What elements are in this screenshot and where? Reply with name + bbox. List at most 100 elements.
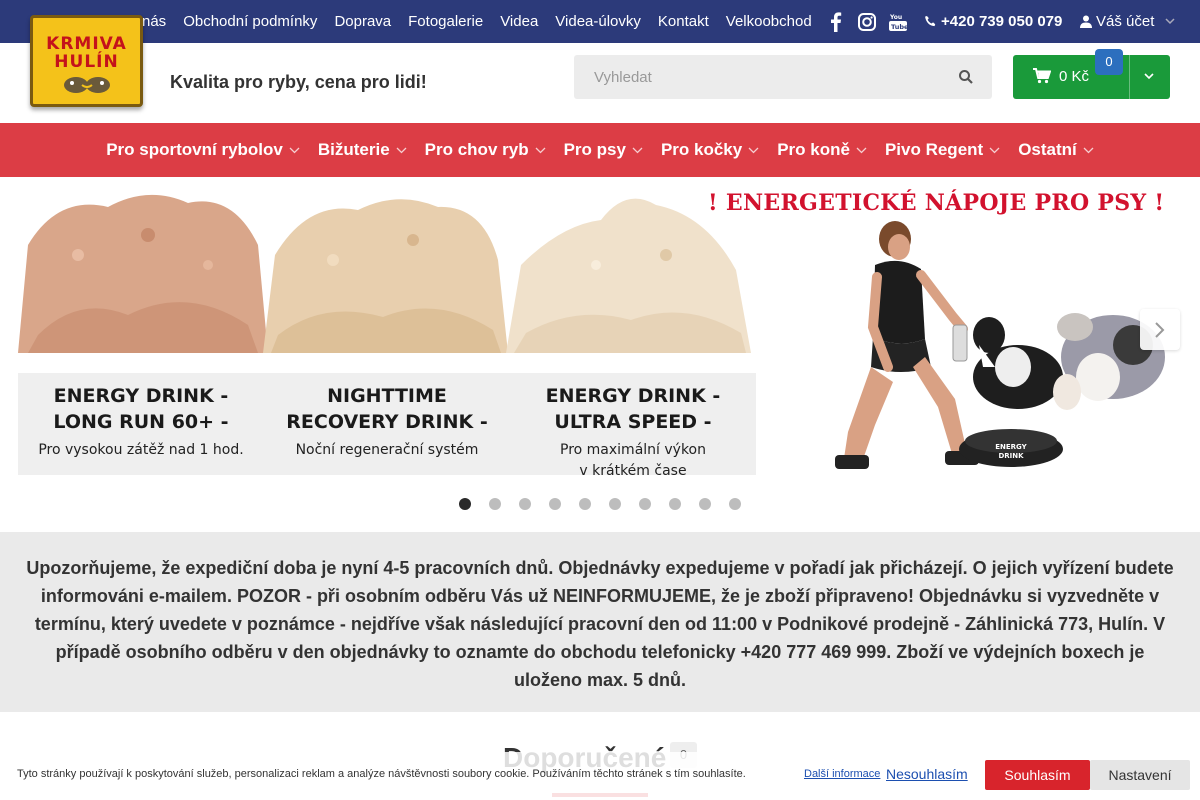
topnav-gallery[interactable]: Fotogalerie: [408, 13, 483, 30]
bowl-label: DRINK: [998, 452, 1024, 460]
powder-pile-image: [263, 199, 508, 353]
topnav-terms[interactable]: Obchodní podmínky: [183, 13, 317, 30]
slider-dot[interactable]: [609, 498, 621, 510]
topnav-catch-videos[interactable]: Videa-úlovky: [555, 13, 641, 30]
chevron-right-icon: [1155, 322, 1165, 338]
facebook-icon[interactable]: [826, 11, 846, 33]
svg-text:Tube: Tube: [891, 23, 908, 31]
category-horses[interactable]: Pro koně: [777, 140, 867, 160]
slider-dot[interactable]: [489, 498, 501, 510]
topnav-shipping[interactable]: Doprava: [334, 13, 391, 30]
youtube-icon[interactable]: You Tube: [888, 11, 909, 33]
product-panel[interactable]: ENERGY DRINK - ULTRA SPEED - Pro maximáln…: [510, 373, 756, 477]
bowl-label: ENERGY: [995, 443, 1027, 451]
instagram-icon[interactable]: [857, 11, 877, 33]
product-panel[interactable]: ENERGY DRINK - LONG RUN 60+ - Pro vysokou…: [18, 373, 264, 475]
category-beer-regent[interactable]: Pivo Regent: [885, 140, 1000, 160]
woman-with-dogs-image: ENERGY DRINK: [835, 221, 1165, 469]
logo-text-top: KRMIVA: [46, 34, 127, 54]
cart-divider: [1129, 55, 1130, 99]
cart-amount: 0 Kč: [1059, 68, 1090, 85]
search-input[interactable]: [574, 55, 944, 99]
svg-text:You: You: [889, 14, 902, 21]
category-label: Pro kočky: [660, 140, 743, 159]
chevron-down-icon: [1144, 73, 1154, 80]
notice-text: Upozorňujeme, že expediční doba je nyní …: [26, 558, 1174, 690]
cookie-settings-button[interactable]: Nastavení: [1090, 760, 1190, 790]
slider-dots: [459, 498, 741, 510]
slider-dot[interactable]: [459, 498, 471, 510]
search-box: [574, 55, 992, 99]
product-title: NIGHTTIME RECOVERY DRINK -: [286, 385, 488, 433]
shipping-notice: Upozorňujeme, že expediční doba je nyní …: [0, 532, 1200, 712]
slider-dot[interactable]: [579, 498, 591, 510]
logo-text-bottom: HULÍN: [54, 52, 119, 72]
chevron-down-icon: [1083, 147, 1094, 154]
search-icon[interactable]: [958, 69, 974, 85]
product-subtitle: Pro maximální výkon v krátkém čase: [560, 442, 706, 477]
site-tagline: Kvalita pro ryby, cena pro lidi!: [170, 72, 427, 92]
cookie-accept-button[interactable]: Souhlasím: [985, 760, 1090, 790]
phone-link[interactable]: +420 739 050 079: [924, 13, 1062, 30]
cookie-more-info-link[interactable]: Další informace: [804, 768, 880, 780]
slider-dot[interactable]: [669, 498, 681, 510]
phone-number: +420 739 050 079: [941, 13, 1063, 30]
cart-dropdown-toggle[interactable]: [1143, 69, 1155, 88]
slider-next-button[interactable]: [1140, 309, 1180, 350]
slider-dot[interactable]: [699, 498, 711, 510]
chevron-down-icon: [748, 147, 759, 154]
product-panel[interactable]: NIGHTTIME RECOVERY DRINK - Noční regenera…: [264, 373, 510, 475]
cart-count-badge: 0: [1095, 49, 1123, 75]
chevron-down-icon: [289, 147, 300, 154]
cart-icon: [1033, 68, 1052, 84]
category-nav: Pro sportovní rybolov Bižuterie Pro chov…: [0, 123, 1200, 177]
phone-icon: [925, 15, 936, 27]
category-label: Pro sportovní rybolov: [106, 140, 283, 159]
category-sport-fishing[interactable]: Pro sportovní rybolov: [106, 140, 300, 160]
category-label: Pro koně: [777, 140, 850, 159]
topnav-contact[interactable]: Kontakt: [658, 13, 709, 30]
chevron-down-icon: [396, 147, 407, 154]
category-dogs[interactable]: Pro psy: [564, 140, 643, 160]
site-logo[interactable]: KRMIVA HULÍN: [30, 15, 143, 107]
cart-amount-wrap: 0 Kč: [1033, 68, 1089, 85]
category-label: Ostatní: [1018, 140, 1077, 159]
banner-headline: ! ENERGETICKÉ NÁPOJE PRO PSY !: [708, 190, 1165, 216]
category-label: Pro chov ryb: [424, 140, 529, 159]
category-label: Pivo Regent: [884, 140, 984, 159]
chevron-down-icon: [535, 147, 546, 154]
slider-dot[interactable]: [639, 498, 651, 510]
powder-pile-image: [18, 194, 268, 353]
slider-dot[interactable]: [519, 498, 531, 510]
social-links: You Tube: [826, 11, 909, 33]
chevron-down-icon: [856, 147, 867, 154]
slider-dot[interactable]: [549, 498, 561, 510]
cookie-decline-link[interactable]: Nesouhlasím: [886, 766, 968, 782]
chevron-down-icon: [989, 147, 1000, 154]
chevron-down-icon: [632, 147, 643, 154]
chevron-down-icon: [1165, 18, 1175, 25]
topnav-wholesale[interactable]: Velkoobchod: [726, 13, 812, 30]
cart-button[interactable]: 0 Kč 0: [1013, 49, 1170, 99]
slider-dot[interactable]: [729, 498, 741, 510]
product-title: ENERGY DRINK - LONG RUN 60+ -: [53, 385, 229, 433]
account-label: Váš účet: [1096, 13, 1155, 30]
cookie-text: Tyto stránky používají k poskytování slu…: [17, 768, 746, 780]
topnav-about[interactable]: nás: [142, 13, 166, 30]
category-other[interactable]: Ostatní: [1018, 140, 1094, 160]
cookie-bar: Tyto stránky používají k poskytování slu…: [0, 752, 1200, 800]
fish-logo-icon: [63, 77, 110, 93]
product-subtitle: Pro vysokou zátěž nad 1 hod.: [38, 442, 244, 458]
category-cats[interactable]: Pro kočky: [661, 140, 759, 160]
category-jewelry[interactable]: Bižuterie: [318, 140, 407, 160]
topnav-videos[interactable]: Videa: [500, 13, 538, 30]
product-subtitle: Noční regenerační systém: [295, 442, 479, 458]
account-menu[interactable]: Váš účet: [1080, 13, 1179, 30]
top-bar: nás Obchodní podmínky Doprava Fotogaleri…: [0, 0, 1200, 43]
category-label: Pro psy: [563, 140, 626, 159]
category-fish-breeding[interactable]: Pro chov ryb: [425, 140, 546, 160]
product-title: ENERGY DRINK - ULTRA SPEED -: [545, 385, 721, 433]
hero-slider[interactable]: ENERGY DRINK - LONG RUN 60+ - Pro vysokou…: [18, 177, 1183, 477]
category-label: Bižuterie: [317, 140, 390, 159]
user-icon: [1080, 15, 1092, 28]
